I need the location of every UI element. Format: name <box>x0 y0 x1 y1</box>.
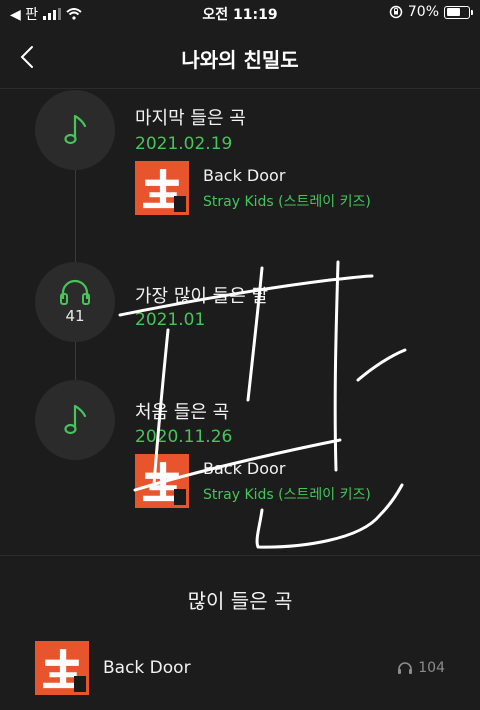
status-bar: ◀ 판 오전 11:19 70% <box>0 0 480 26</box>
album-cover <box>35 641 89 695</box>
section-divider <box>0 555 480 556</box>
song-title: Back Door <box>203 165 286 185</box>
music-note-icon <box>64 114 87 145</box>
first-played-label: 처음 들은 곡 <box>135 402 230 423</box>
song-artist: Stray Kids (스트레이 키즈) <box>203 486 371 503</box>
album-cover <box>135 454 189 508</box>
most-played-item[interactable]: Back Door 104 <box>35 640 445 696</box>
last-played-date: 2021.02.19 <box>135 134 233 154</box>
song-title: Back Door <box>103 658 191 678</box>
first-played-date: 2020.11.26 <box>135 427 233 447</box>
most-played-section-title: 많이 들은 곡 <box>187 589 293 613</box>
music-note-icon <box>64 404 87 435</box>
nav-bar: 나와의 친밀도 <box>0 26 480 89</box>
first-played-badge <box>35 380 115 460</box>
month-play-count: 41 <box>65 307 85 325</box>
last-played-badge <box>35 90 115 170</box>
song-title: Back Door <box>203 458 286 478</box>
last-played-label: 마지막 들은 곡 <box>135 108 246 129</box>
headphones-icon <box>398 662 413 674</box>
most-played-month-date: 2021.01 <box>135 310 206 330</box>
headphones-icon <box>60 279 90 305</box>
battery-icon <box>444 5 473 19</box>
song-artist: Stray Kids (스트레이 키즈) <box>203 193 371 210</box>
first-played-song[interactable]: Back Door Stray Kids (스트레이 키즈) <box>135 453 435 509</box>
last-played-song[interactable]: Back Door Stray Kids (스트레이 키즈) <box>135 160 435 216</box>
page-title: 나와의 친밀도 <box>181 48 299 72</box>
rotation-lock-icon <box>389 5 403 19</box>
most-played-month-badge: 41 <box>35 262 115 342</box>
most-played-month-label: 가장 많이 들은 달 <box>135 286 269 307</box>
status-right: 70% <box>389 4 473 20</box>
album-cover <box>135 161 189 215</box>
battery-percent: 70% <box>407 4 439 20</box>
play-count: 104 <box>397 660 445 676</box>
play-count-value: 104 <box>418 660 445 676</box>
